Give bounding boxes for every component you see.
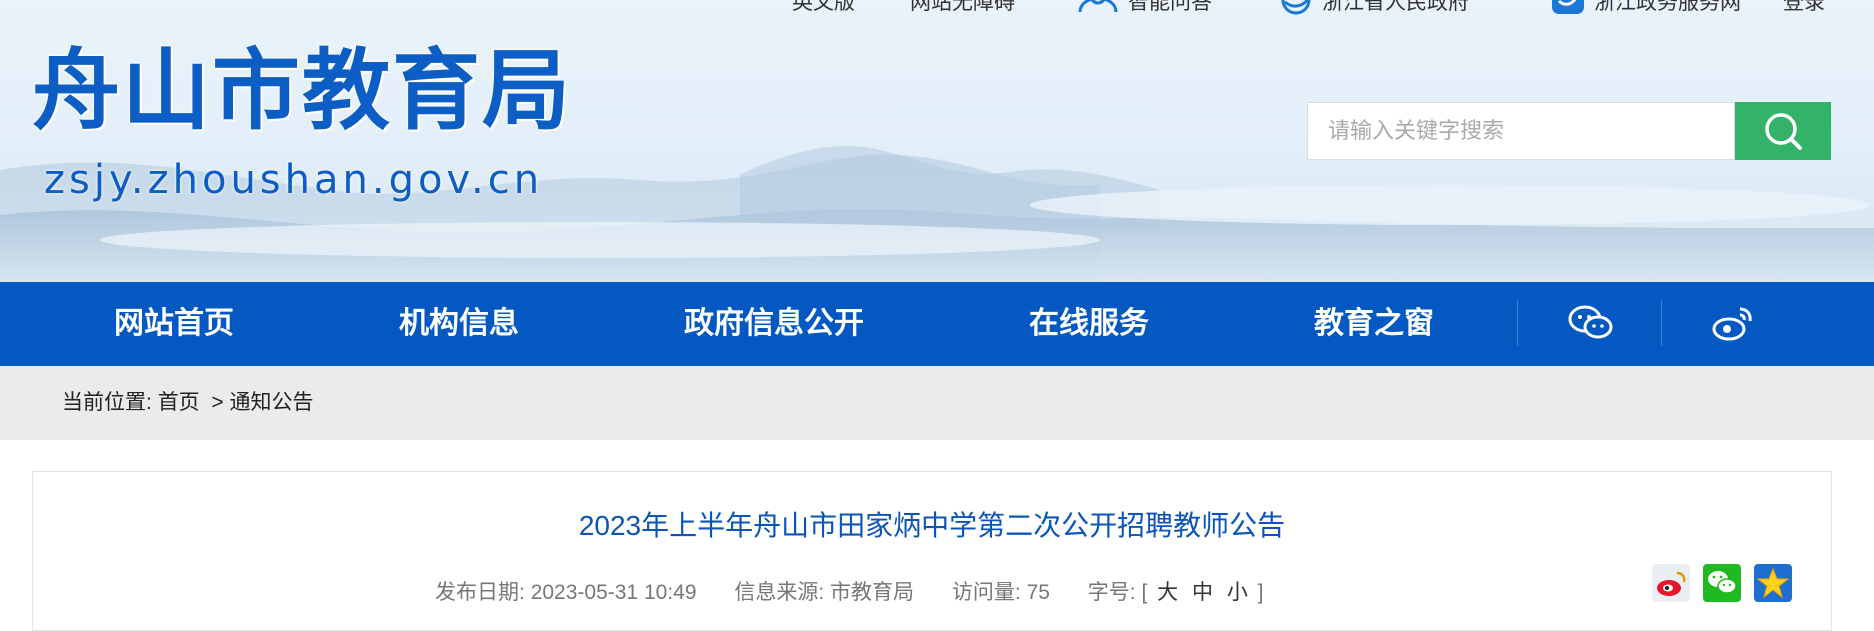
share-favorite-button[interactable] (1754, 564, 1792, 602)
login-link[interactable]: 登录 (1783, 0, 1825, 16)
wechat-icon (1568, 305, 1613, 339)
english-version-link[interactable]: 英文版 (792, 0, 855, 16)
zhejiang-gov-link[interactable]: 浙江省人民政府 (1278, 0, 1469, 16)
main-nav: 网站首页 机构信息 政府信息公开 在线服务 教育之窗 (0, 282, 1874, 366)
wechat-share-icon (1703, 564, 1741, 602)
breadcrumb: 当前位置: 首页 > 通知公告 (62, 366, 313, 440)
share-weibo-button[interactable] (1652, 564, 1690, 602)
nav-weibo-button[interactable] (1708, 300, 1758, 346)
weibo-share-icon (1652, 564, 1690, 602)
breadcrumb-current-link[interactable]: 通知公告 (229, 391, 313, 414)
search-input[interactable] (1308, 103, 1708, 159)
info-source-value: 市教育局 (830, 581, 915, 604)
font-size-label: 字号: (1087, 581, 1136, 604)
article-meta: 发布日期: 2023-05-31 10:49 信息来源: 市教育局 访问量: 7… (435, 576, 1264, 606)
share-wechat-button[interactable] (1703, 564, 1741, 602)
font-size-medium-button[interactable]: 中 (1192, 581, 1213, 604)
breadcrumb-bar: 当前位置: 首页 > 通知公告 (0, 366, 1874, 440)
zhejiang-service-label: 浙江政务服务网 (1594, 0, 1741, 14)
nav-item-gov-info[interactable]: 政府信息公开 (684, 282, 864, 366)
smart-qa-label: 智能问答 (1128, 0, 1212, 14)
nav-item-organization[interactable]: 机构信息 (399, 282, 519, 366)
smart-qa-link[interactable]: 智能问答 (1076, 0, 1212, 16)
nav-divider (1661, 300, 1662, 346)
zhejiang-gov-icon (1281, 0, 1311, 15)
nav-item-education-window[interactable]: 教育之窗 (1314, 282, 1434, 366)
english-version-label: 英文版 (792, 0, 855, 14)
zhejiang-service-link[interactable]: 浙江政务服务网 (1550, 0, 1741, 16)
font-size-large-button[interactable]: 大 (1157, 581, 1178, 604)
site-logo-name: 舟山市教育局 (32, 38, 573, 142)
top-links: 英文版 网站无障碍 智能问答 浙江省人民政府 浙江政务服务网 登录 (0, 0, 1874, 16)
breadcrumb-separator: > (211, 391, 224, 414)
view-count-label: 访问量: (951, 581, 1021, 604)
article-title: 2023年上半年舟山市田家炳中学第二次公开招聘教师公告 (578, 510, 1286, 541)
search-icon (1765, 113, 1802, 150)
zhejiang-service-icon (1552, 0, 1584, 14)
login-label: 登录 (1783, 0, 1825, 14)
font-size-control: 字号: [ 大 中 小 ] (1088, 581, 1264, 604)
robot-icon (1078, 0, 1118, 13)
article-panel: 2023年上半年舟山市田家炳中学第二次公开招聘教师公告 发布日期: 2023-0… (32, 471, 1832, 631)
info-source: 信息来源: 市教育局 (734, 581, 914, 604)
accessibility-link[interactable]: 网站无障碍 (910, 0, 1015, 16)
search-box (1307, 102, 1735, 160)
font-size-small-button[interactable]: 小 (1227, 581, 1248, 604)
font-size-bracket-open: [ (1141, 581, 1148, 604)
view-count-value: 75 (1026, 581, 1050, 604)
favorite-star-icon (1754, 564, 1792, 602)
site-logo-url: zsjy.zhoushan.gov.cn (44, 157, 544, 203)
nav-item-home[interactable]: 网站首页 (114, 282, 234, 366)
publish-date-label: 发布日期: (435, 581, 525, 604)
info-source-label: 信息来源: (734, 581, 825, 604)
weibo-icon (1712, 307, 1752, 341)
view-count: 访问量: 75 (952, 581, 1050, 604)
nav-divider (1517, 300, 1518, 346)
accessibility-label: 网站无障碍 (910, 0, 1015, 14)
header-banner: 英文版 网站无障碍 智能问答 浙江省人民政府 浙江政务服务网 登录 舟山市教育局… (0, 0, 1874, 282)
nav-item-online-service[interactable]: 在线服务 (1029, 282, 1149, 366)
publish-date: 发布日期: 2023-05-31 10:49 (435, 581, 697, 604)
search-button[interactable] (1735, 102, 1831, 160)
breadcrumb-home-link[interactable]: 首页 (158, 391, 200, 414)
zhejiang-gov-label: 浙江省人民政府 (1322, 0, 1469, 14)
font-size-bracket-close: ] (1257, 581, 1264, 604)
publish-date-value: 2023-05-31 10:49 (530, 581, 697, 604)
nav-wechat-button[interactable] (1566, 300, 1616, 346)
breadcrumb-label: 当前位置: (62, 391, 152, 414)
